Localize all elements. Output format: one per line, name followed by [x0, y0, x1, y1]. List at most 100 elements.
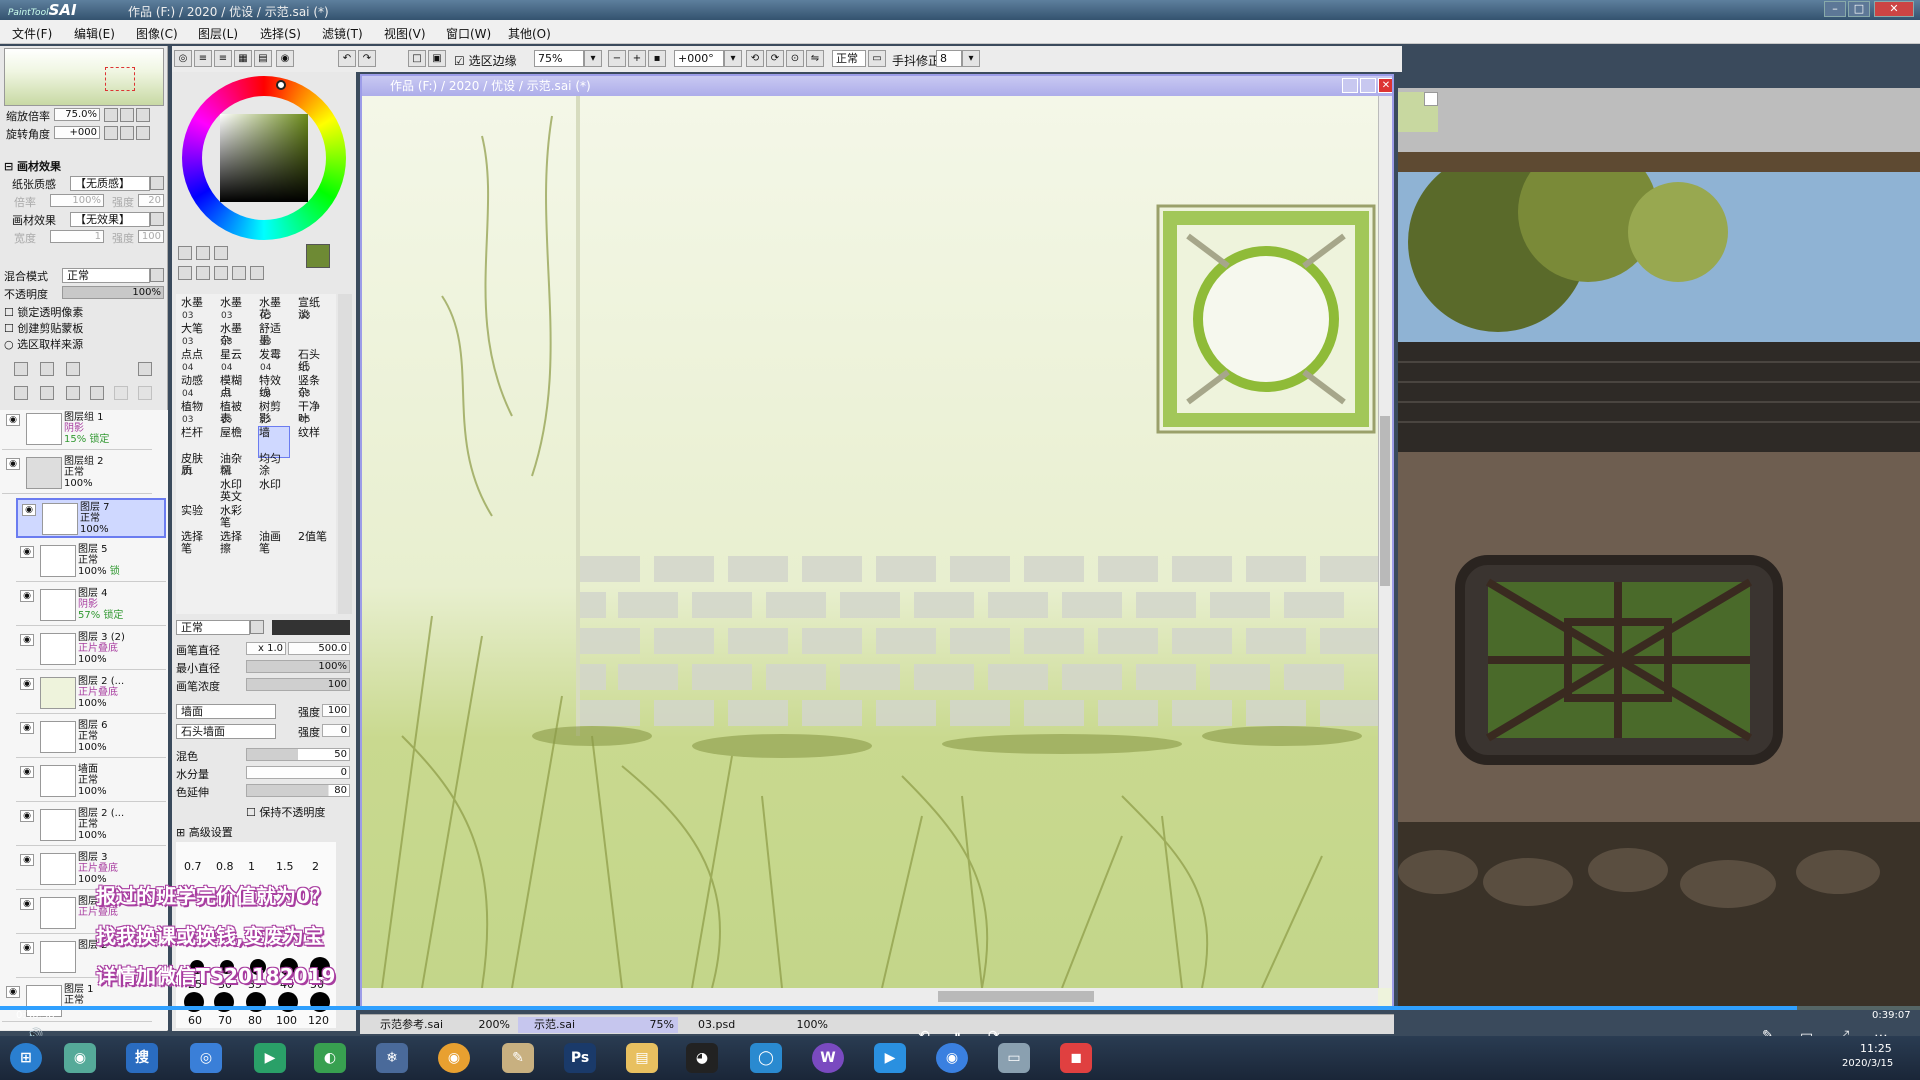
- new-layer-icon[interactable]: [14, 362, 28, 376]
- primary-color-swatch[interactable]: [306, 244, 330, 268]
- player-icon[interactable]: ▶: [254, 1043, 286, 1073]
- layer-folder[interactable]: ◉ 图层组 2 正常 100%: [2, 454, 152, 494]
- brush-slot[interactable]: 选择笔: [180, 530, 212, 562]
- chevron-down-icon[interactable]: [250, 620, 264, 634]
- palette-icon[interactable]: ◉: [276, 50, 294, 67]
- app-icon[interactable]: ◐: [314, 1043, 346, 1073]
- size-preset[interactable]: 0.7: [184, 860, 202, 873]
- color-slider-icon[interactable]: ≡: [194, 50, 212, 67]
- rotate-left-button[interactable]: ⟲: [746, 50, 764, 67]
- chevron-down-icon[interactable]: ▾: [724, 50, 742, 67]
- eye-icon[interactable]: ◉: [20, 854, 34, 866]
- hand-tool-icon[interactable]: [232, 266, 246, 280]
- zoom-reset-button[interactable]: ▪: [648, 50, 666, 67]
- color-wheel[interactable]: [182, 76, 346, 240]
- mode-icon[interactable]: ▭: [868, 50, 886, 67]
- water-slider[interactable]: 0: [246, 766, 350, 779]
- file-tab-active[interactable]: 示范.sai 75%: [518, 1017, 678, 1033]
- layer-item-selected[interactable]: ◉ 图层 7 正常 100%: [16, 498, 166, 538]
- angle-field[interactable]: +000: [54, 126, 100, 139]
- stabilizer-select[interactable]: 8: [936, 50, 962, 67]
- flatten-icon[interactable]: [138, 386, 152, 400]
- keep-opacity-checkbox[interactable]: ☐ 保持不透明度: [246, 804, 325, 820]
- eye-icon[interactable]: ◉: [20, 590, 34, 602]
- size-preset[interactable]: 1.5: [276, 860, 294, 873]
- sai-icon[interactable]: ✎: [502, 1043, 534, 1073]
- brush-slot[interactable]: 2值笔: [297, 530, 329, 562]
- advanced-settings-toggle[interactable]: ⊞ 高级设置: [176, 824, 233, 840]
- layer-menu-icon[interactable]: [138, 362, 152, 376]
- eye-icon[interactable]: ◉: [6, 986, 20, 998]
- photoshop-icon[interactable]: Ps: [564, 1043, 596, 1073]
- layer-item[interactable]: ◉ 墙面 正常 100%: [16, 762, 166, 802]
- reference-window[interactable]: [1398, 88, 1920, 1006]
- chrome-icon[interactable]: ◉: [438, 1043, 470, 1073]
- snowflake-icon[interactable]: ❄: [376, 1043, 408, 1073]
- paper-texture-select[interactable]: 【无质感】: [70, 176, 150, 191]
- merge-down-icon[interactable]: [40, 386, 54, 400]
- chevron-down-icon[interactable]: ▾: [962, 50, 980, 67]
- eye-icon[interactable]: ◉: [20, 810, 34, 822]
- zoom-field[interactable]: 75.0%: [54, 108, 100, 121]
- zoom-in-icon[interactable]: [120, 108, 134, 122]
- deselect-button[interactable]: □: [408, 50, 426, 67]
- lock-transparency-checkbox[interactable]: ☐ 锁定透明像素: [4, 304, 83, 320]
- brush-texture-select[interactable]: 墙面: [176, 704, 276, 719]
- size-preset[interactable]: 1: [248, 860, 255, 873]
- eye-icon[interactable]: ◉: [20, 898, 34, 910]
- eye-icon[interactable]: ◉: [20, 678, 34, 690]
- eye-icon[interactable]: ◉: [6, 414, 20, 426]
- zoom-out-icon[interactable]: [104, 108, 118, 122]
- menu-filter[interactable]: 滤镜(T): [322, 25, 363, 42]
- hue-handle[interactable]: [276, 80, 286, 90]
- eye-icon[interactable]: ◉: [20, 546, 34, 558]
- file-tab[interactable]: 03.psd 100%: [682, 1017, 832, 1033]
- opacity-slider[interactable]: 100%: [62, 286, 164, 299]
- navigator-preview[interactable]: [4, 48, 164, 106]
- flip-button[interactable]: ⇋: [806, 50, 824, 67]
- rotate-tool-icon[interactable]: [214, 266, 228, 280]
- color-extension-slider[interactable]: 80: [246, 784, 350, 797]
- eye-icon[interactable]: ◉: [20, 722, 34, 734]
- size-preset[interactable]: 120: [308, 1014, 329, 1027]
- magic-wand-icon[interactable]: [214, 246, 228, 260]
- layer-item[interactable]: ◉ 图层 2 (... 正片叠底 100%: [16, 674, 166, 714]
- canvas-hscrollbar[interactable]: [362, 988, 1378, 1006]
- eye-icon[interactable]: ◉: [20, 766, 34, 778]
- menu-file[interactable]: 文件(F): [12, 25, 52, 42]
- min-size-slider[interactable]: 100%: [246, 660, 350, 673]
- minimize-button[interactable]: [1342, 78, 1358, 93]
- close-icon[interactable]: [1424, 92, 1438, 106]
- layer-item[interactable]: ◉ 图层 4 阴影 57% 锁定: [16, 586, 166, 626]
- search-app-icon[interactable]: 搜: [126, 1043, 158, 1073]
- eye-icon[interactable]: ◉: [20, 942, 34, 954]
- menu-other[interactable]: 其他(O): [508, 25, 551, 42]
- trash-icon[interactable]: [90, 386, 104, 400]
- start-button[interactable]: ⊞: [10, 1043, 42, 1073]
- color-hsv-icon[interactable]: ≡: [214, 50, 232, 67]
- word-app-icon[interactable]: W: [812, 1043, 844, 1073]
- menu-window[interactable]: 窗口(W): [446, 25, 491, 42]
- window-app-icon[interactable]: ▭: [998, 1043, 1030, 1073]
- zoom-in-button[interactable]: +: [628, 50, 646, 67]
- close-button[interactable]: ✕: [1378, 78, 1392, 93]
- blend-mode-select[interactable]: 正常: [62, 268, 150, 283]
- close-button[interactable]: ✕: [1874, 1, 1914, 17]
- folder-icon[interactable]: ▤: [626, 1043, 658, 1073]
- lasso-tool-icon[interactable]: [196, 246, 210, 260]
- redo-button[interactable]: ↷: [358, 50, 376, 67]
- strength-field[interactable]: 20: [138, 194, 164, 207]
- circle-app-icon[interactable]: ◉: [936, 1043, 968, 1073]
- canvas-artwork[interactable]: [362, 96, 1378, 988]
- edge-icon[interactable]: ◯: [750, 1043, 782, 1073]
- menu-select[interactable]: 选择(S): [260, 25, 301, 42]
- brush-shape-buttons[interactable]: [272, 620, 350, 635]
- color-wheel-icon[interactable]: ◎: [174, 50, 192, 67]
- material-section-title[interactable]: ⊟ 画材效果: [4, 158, 61, 174]
- eyedropper-icon[interactable]: [250, 266, 264, 280]
- size-preset[interactable]: 60: [188, 1014, 202, 1027]
- canvas-vscrollbar[interactable]: [1378, 96, 1392, 988]
- zoom-select[interactable]: 75%: [534, 50, 584, 67]
- texture-strength-field[interactable]: 100: [322, 704, 350, 717]
- brush-slot[interactable]: 油画笔: [258, 530, 290, 562]
